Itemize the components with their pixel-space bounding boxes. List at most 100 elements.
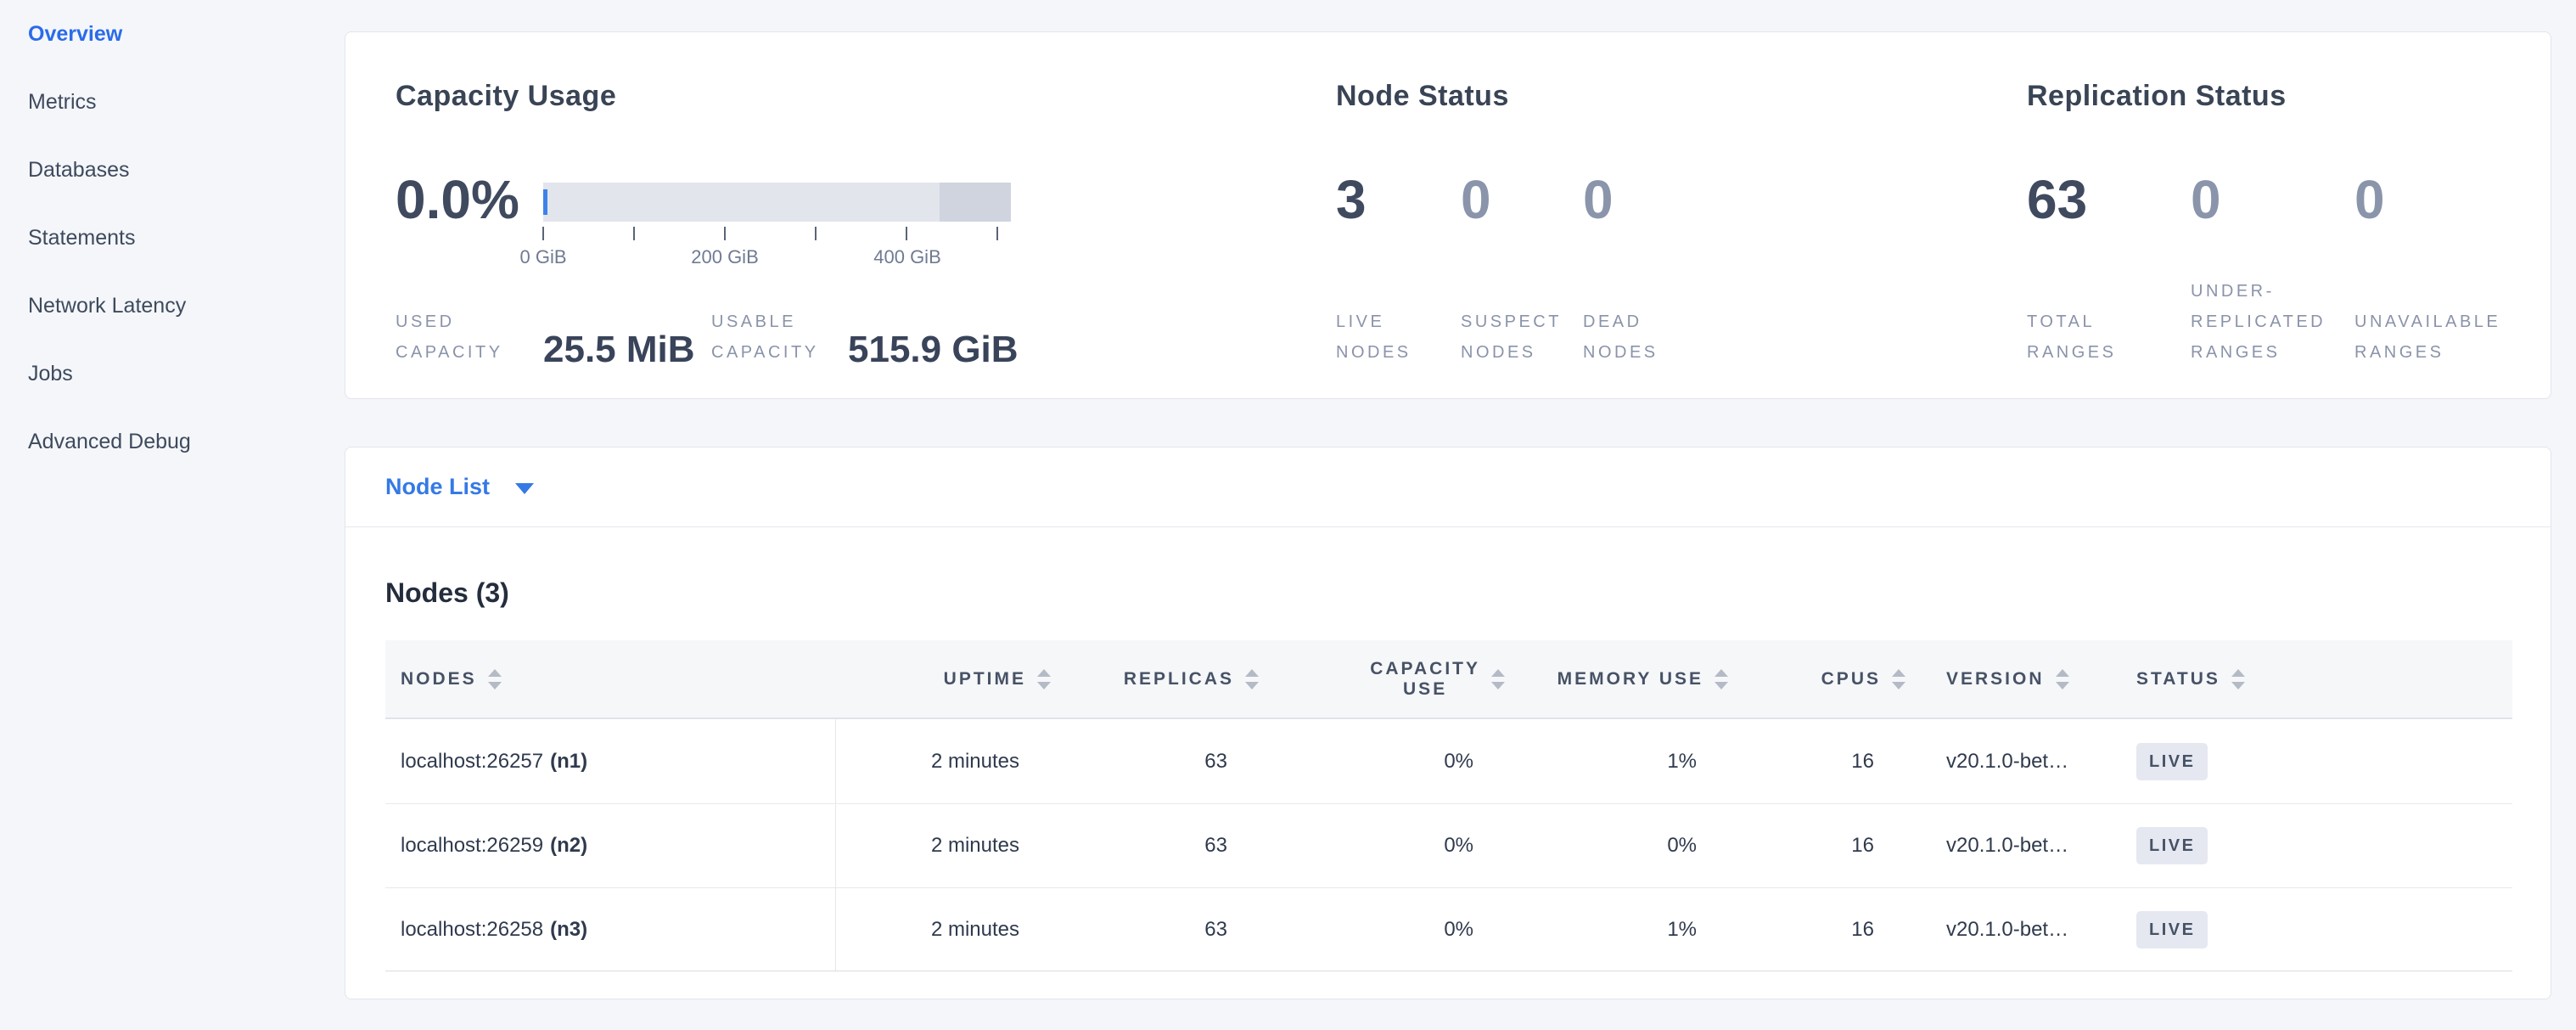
sort-icon[interactable] (2231, 669, 2245, 689)
nodes-count-title: Nodes (3) (385, 577, 509, 609)
axis-tick (542, 227, 544, 240)
chevron-down-icon (515, 483, 534, 494)
usable-capacity-value: 515.9 GiB (848, 333, 1019, 367)
status-badge: LIVE (2136, 911, 2208, 948)
column-label: MEMORY USE (1557, 669, 1703, 689)
column-header-status[interactable]: STATUS (2097, 640, 2512, 718)
cpus-cell: 16 (1851, 750, 1874, 774)
view-mode-dropdown[interactable]: Node List (385, 474, 534, 500)
sidebar-item-overview[interactable]: Overview (0, 0, 345, 68)
card-divider (345, 526, 2551, 527)
sidebar-item-statements[interactable]: Statements (0, 204, 345, 272)
sort-icon[interactable] (1892, 669, 1905, 689)
sort-icon[interactable] (1037, 669, 1051, 689)
sidebar-item-advanced-debug[interactable]: Advanced Debug (0, 408, 345, 476)
table-row[interactable]: localhost:26258(n3) 2 minutes 63 0% 1% 1… (385, 887, 2512, 971)
capacity-use-cell: 0% (1444, 834, 1473, 858)
usable-capacity-label-line1: USABLE (711, 307, 830, 337)
version-cell: v20.1.0-bet… (1946, 918, 2068, 942)
status-badge: LIVE (2136, 743, 2208, 780)
axis-tick (724, 227, 726, 240)
column-header-version[interactable]: VERSION (1908, 640, 2097, 718)
capacity-percent-used: 0.0% (396, 172, 519, 227)
label-line: DEAD (1583, 307, 1658, 337)
column-label: CAPACITY (1370, 659, 1480, 679)
column-header-memory-use[interactable]: MEMORY USE (1507, 640, 1731, 718)
cpus-cell: 16 (1851, 834, 1874, 858)
sort-icon[interactable] (1491, 669, 1505, 689)
node-address: localhost:26258 (401, 918, 543, 942)
replicas-cell: 63 (1204, 750, 1227, 774)
column-label: STATUS (2136, 669, 2220, 689)
total-ranges-label: TOTAL RANGES (2027, 307, 2116, 368)
capacity-use-cell: 0% (1444, 750, 1473, 774)
used-capacity-label-line2: CAPACITY (396, 337, 543, 368)
sort-icon[interactable] (488, 669, 502, 689)
table-header-row: NODES UPTIME REPLICAS CAPACITY USE MEMOR… (385, 640, 2512, 719)
sidebar-item-metrics[interactable]: Metrics (0, 68, 345, 136)
label-line: UNAVAILABLE (2354, 307, 2500, 337)
capacity-reserved-segment (940, 183, 1011, 222)
used-capacity-value: 25.5 MiB (543, 333, 695, 367)
capacity-usage-bar (543, 183, 1011, 222)
axis-tick (996, 227, 998, 240)
axis-tick (633, 227, 635, 240)
column-label: UPTIME (944, 669, 1026, 689)
column-header-nodes[interactable]: NODES (385, 640, 836, 718)
uptime-cell: 2 minutes (931, 750, 1019, 774)
capacity-use-cell: 0% (1444, 918, 1473, 942)
memory-use-cell: 0% (1667, 834, 1697, 858)
uptime-cell: 2 minutes (931, 918, 1019, 942)
column-label: VERSION (1946, 669, 2045, 689)
replicas-cell: 63 (1204, 834, 1227, 858)
label-line: NODES (1336, 337, 1411, 368)
under-replicated-ranges-count: 0 (2191, 172, 2221, 227)
memory-use-cell: 1% (1667, 918, 1697, 942)
used-capacity-label-line1: USED (396, 307, 543, 337)
sort-icon[interactable] (1715, 669, 1728, 689)
capacity-usage-title: Capacity Usage (396, 79, 616, 113)
label-line: RANGES (2354, 337, 2500, 368)
column-label: USE (1370, 679, 1480, 700)
sidebar-item-databases[interactable]: Databases (0, 136, 345, 204)
dead-nodes-count: 0 (1583, 172, 1614, 227)
table-row[interactable]: localhost:26257(n1) 2 minutes 63 0% 1% 1… (385, 719, 2512, 803)
node-list-card: Node List Nodes (3) NODES UPTIME REPLICA… (345, 447, 2551, 999)
cluster-overview-card: Capacity Usage Node Status Replication S… (345, 31, 2551, 399)
under-replicated-ranges-label: UNDER- REPLICATED RANGES (2191, 276, 2326, 368)
node-address: localhost:26259 (401, 834, 543, 858)
label-line: NODES (1583, 337, 1658, 368)
axis-label-0: 0 GiB (492, 246, 594, 268)
axis-label-400: 400 GiB (856, 246, 958, 268)
sort-icon[interactable] (2056, 669, 2069, 689)
total-ranges-count: 63 (2027, 172, 2087, 227)
page: { "sidebar": { "items": [ { "label": "Ov… (0, 0, 2576, 1030)
version-cell: v20.1.0-bet… (1946, 750, 2068, 774)
column-header-replicas[interactable]: REPLICAS (1053, 640, 1261, 718)
column-header-cpus[interactable]: CPUS (1731, 640, 1908, 718)
column-label: REPLICAS (1124, 669, 1234, 689)
sort-icon[interactable] (1245, 669, 1259, 689)
table-row[interactable]: localhost:26259(n2) 2 minutes 63 0% 0% 1… (385, 803, 2512, 887)
label-line: RANGES (2191, 337, 2326, 368)
dead-nodes-label: DEAD NODES (1583, 307, 1658, 368)
node-id: (n3) (550, 918, 587, 942)
capacity-used-indicator (543, 189, 547, 215)
version-cell: v20.1.0-bet… (1946, 834, 2068, 858)
sidebar-item-network-latency[interactable]: Network Latency (0, 272, 345, 340)
replication-status-title: Replication Status (2027, 79, 2287, 113)
label-line: REPLICATED (2191, 307, 2326, 337)
label-line: RANGES (2027, 337, 2116, 368)
sidebar-item-jobs[interactable]: Jobs (0, 340, 345, 408)
column-header-uptime[interactable]: UPTIME (836, 640, 1053, 718)
unavailable-ranges-label: UNAVAILABLE RANGES (2354, 307, 2500, 368)
nodes-table: NODES UPTIME REPLICAS CAPACITY USE MEMOR… (385, 640, 2512, 971)
label-line: TOTAL (2027, 307, 2116, 337)
column-label: NODES (401, 669, 477, 689)
node-status-title: Node Status (1336, 79, 1509, 113)
node-id: (n2) (550, 834, 587, 858)
axis-tick (906, 227, 907, 240)
axis-label-200: 200 GiB (674, 246, 776, 268)
label-line: LIVE (1336, 307, 1411, 337)
column-header-capacity-use[interactable]: CAPACITY USE (1261, 640, 1507, 718)
